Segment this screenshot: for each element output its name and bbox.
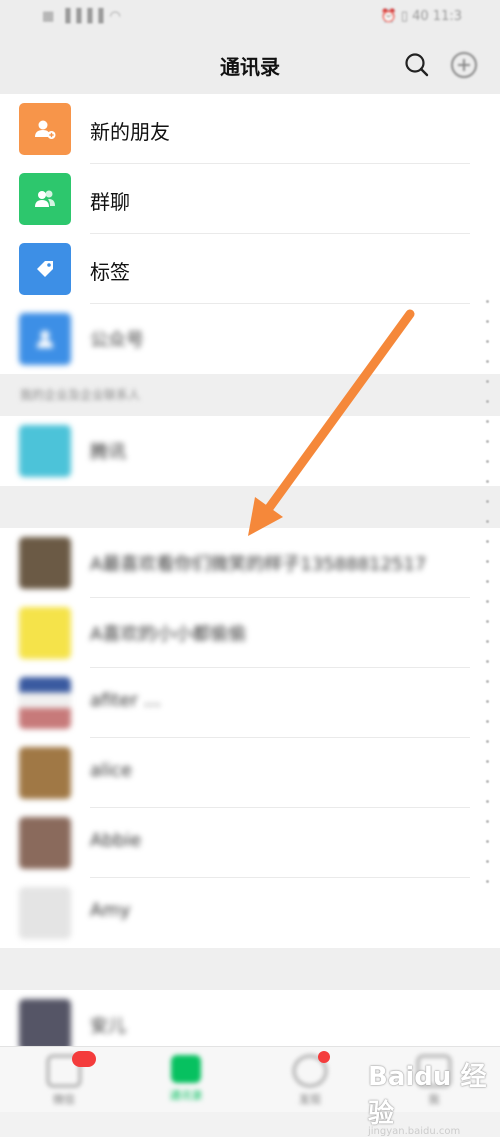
- contact-name: 安儿: [90, 1016, 126, 1037]
- search-icon: [405, 53, 429, 77]
- contacts-icon: [171, 1055, 201, 1083]
- contact-name: Amy: [90, 900, 131, 921]
- clock-battery-indicators: ⏰ ▯ 40 11:3: [380, 9, 462, 24]
- official-account-icon: [37, 330, 53, 348]
- contact-name: alice: [90, 760, 133, 781]
- enterprise-contact[interactable]: 腾讯: [0, 416, 500, 486]
- tab-contacts[interactable]: 通讯录: [156, 1053, 216, 1109]
- menu-label: 群聊: [90, 190, 130, 214]
- avatar: [19, 887, 71, 939]
- search-button[interactable]: [400, 48, 434, 82]
- menu-tags[interactable]: 标签: [0, 234, 500, 304]
- menu-group-chats[interactable]: 群聊: [0, 164, 500, 234]
- add-friend-icon: [35, 120, 56, 139]
- contact-row[interactable]: Amy: [0, 878, 500, 948]
- tab-label: 通讯录: [169, 1089, 203, 1102]
- avatar: [19, 747, 71, 799]
- contact-row[interactable]: A喜欢的小小都偷偷: [0, 598, 500, 668]
- tag-icon: [37, 261, 53, 277]
- section-header-b: [0, 948, 500, 990]
- menu-label: 新的朋友: [90, 120, 170, 144]
- contact-name: A最喜欢看你们微笑的样子13588812517: [90, 554, 427, 575]
- watermark-text: Baidu 经验: [368, 1062, 487, 1129]
- discover-dot-badge: [318, 1051, 330, 1063]
- signal-wifi-indicators: ▦ ▐▐▐▐ ◠: [42, 9, 122, 24]
- contact-row[interactable]: A最喜欢看你们微笑的样子13588812517: [0, 528, 500, 598]
- plus-circle-icon: [451, 52, 477, 78]
- tab-label: 发现: [299, 1093, 321, 1106]
- group-chat-avatar: [19, 173, 71, 225]
- unread-badge: [72, 1051, 96, 1067]
- menu-new-friends[interactable]: 新的朋友: [0, 94, 500, 164]
- tags-avatar: [19, 243, 71, 295]
- avatar: [19, 677, 71, 729]
- contact-list: 新的朋友 群聊 标签 公众号 我的企业及企业联系人 腾讯 A最喜欢看你们微笑的样…: [0, 94, 500, 1060]
- avatar: [19, 817, 71, 869]
- group-chat-icon: [35, 190, 55, 207]
- contact-name: A喜欢的小小都偷偷: [90, 624, 247, 645]
- menu-label: 公众号: [90, 330, 144, 351]
- menu-official-accounts[interactable]: 公众号: [0, 304, 500, 374]
- contact-name: 腾讯: [90, 442, 126, 463]
- avatar: [19, 999, 71, 1051]
- status-bar: ▦ ▐▐▐▐ ◠ ⏰ ▯ 40 11:3: [0, 0, 500, 36]
- navigation-bar: 通讯录: [0, 36, 500, 94]
- contact-row[interactable]: alice: [0, 738, 500, 808]
- section-label: 我的企业及企业联系人: [20, 388, 141, 402]
- baidu-watermark: Baidu 经验 jingyan.baidu.com: [368, 1056, 500, 1137]
- menu-label: 标签: [90, 260, 130, 284]
- official-account-avatar: [19, 313, 71, 365]
- tab-label: 微信: [53, 1093, 75, 1106]
- add-button[interactable]: [447, 48, 481, 82]
- section-header-a: [0, 486, 500, 528]
- contact-row[interactable]: Abbie: [0, 808, 500, 878]
- watermark-url: jingyan.baidu.com: [368, 1126, 461, 1137]
- alphabet-index[interactable]: [480, 300, 494, 920]
- avatar: [19, 607, 71, 659]
- section-header-enterprise: 我的企业及企业联系人: [0, 374, 500, 416]
- contact-row[interactable]: afiter ...: [0, 668, 500, 738]
- avatar: [19, 425, 71, 477]
- avatar: [19, 537, 71, 589]
- contact-name: Abbie: [90, 830, 142, 851]
- new-friends-avatar: [19, 103, 71, 155]
- contact-name: afiter ...: [90, 690, 161, 711]
- tab-discover[interactable]: 发现: [280, 1053, 340, 1109]
